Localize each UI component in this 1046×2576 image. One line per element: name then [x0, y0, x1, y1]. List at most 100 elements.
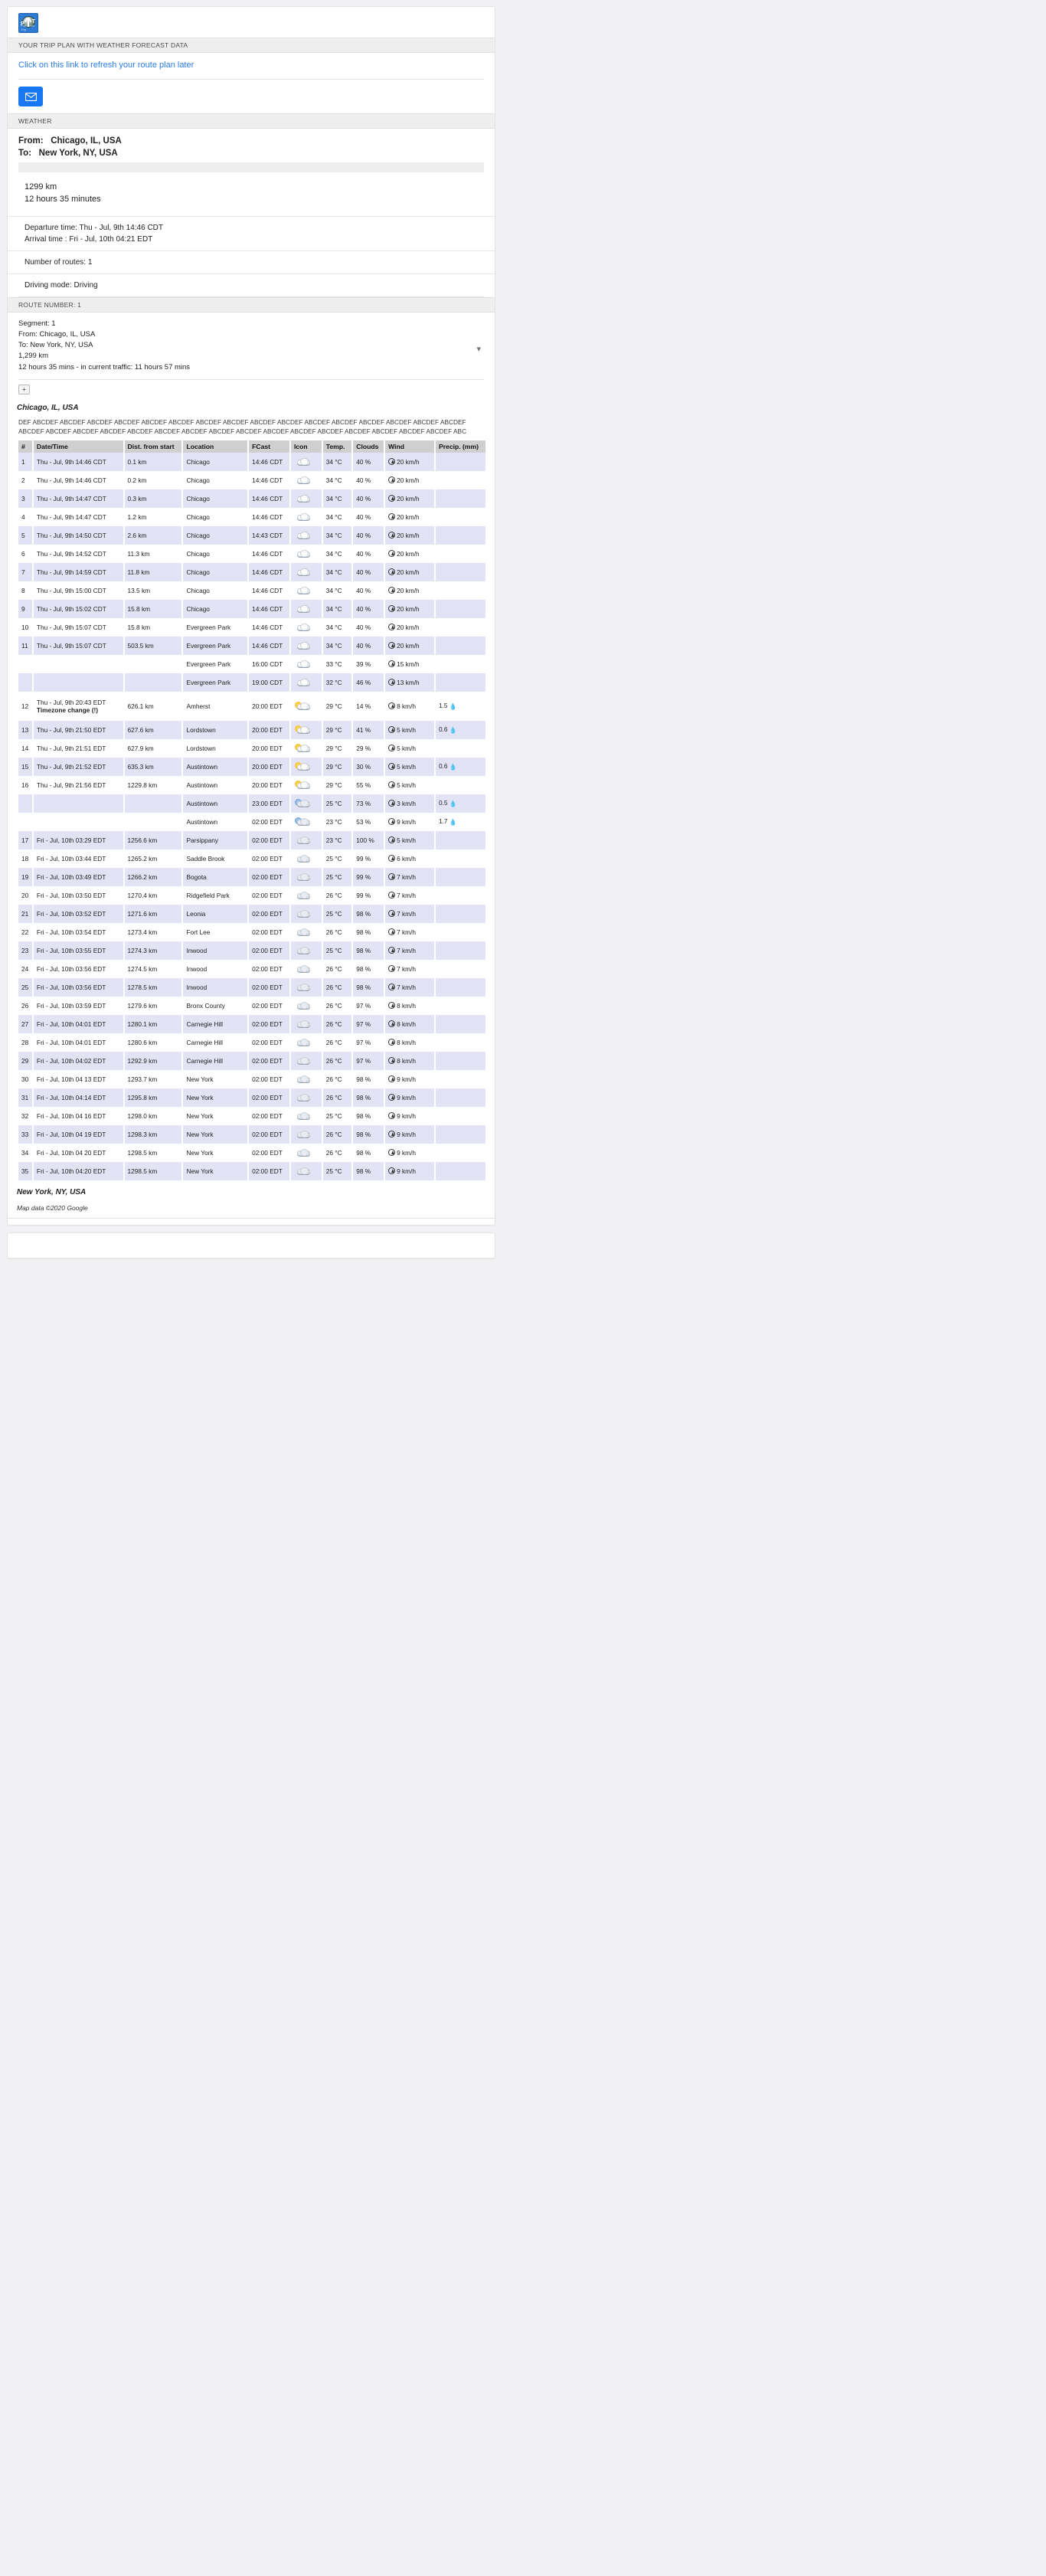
- cell-wind-wrap: 20 km/h: [384, 470, 436, 489]
- expand-button[interactable]: +: [18, 384, 30, 394]
- cell-distance: 13.5 km: [123, 581, 184, 600]
- cell-location: Chicago: [182, 489, 250, 508]
- cell-datetime: Thu - Jul, 9th 15:07 CDT: [36, 641, 106, 650]
- cell-datetime: Fri - Jul, 10th 03:49 EDT: [36, 872, 106, 881]
- cell-distance: 1280.6 km: [123, 1033, 184, 1052]
- cell-icon: [290, 599, 323, 618]
- cell-precip-wrap: [434, 830, 485, 849]
- cell-precip-wrap: [434, 849, 485, 868]
- cell-clouds: 46 %: [352, 673, 386, 692]
- cell-number: 15: [18, 757, 34, 776]
- column-header-number: #: [18, 440, 34, 453]
- logo-caption: Plan Your Trip: [21, 24, 35, 31]
- cell-clouds: 97 %: [352, 1014, 386, 1033]
- cell-datetime-wrap: Thu - Jul, 9th 14:47 CDT: [32, 507, 125, 526]
- cell-precip-wrap: [434, 959, 485, 978]
- cell-datetime: Fri - Jul, 10th 04:01 EDT: [36, 1038, 106, 1046]
- cell-precip-wrap: [434, 1124, 485, 1144]
- cell-precip-wrap: [434, 977, 485, 997]
- weather-section-label: WEATHER: [8, 113, 495, 129]
- cell-location: Carnegie Hill: [182, 1014, 250, 1033]
- table-row: 27 Fri - Jul, 10th 04:01 EDT 1280.1 km Carn…: [18, 1014, 485, 1033]
- refresh-route-plan-link[interactable]: Click on this link to refresh your route…: [18, 61, 194, 70]
- table-row: 1 Thu - Jul, 9th 14:46 CDT 0.1 km Chicago 14…: [18, 452, 485, 471]
- cell-number: [18, 654, 34, 673]
- cell-wind: 20 km/h: [397, 512, 420, 521]
- cell-datetime-wrap: Fri - Jul, 10th 04:14 EDT: [32, 1088, 125, 1107]
- cell-clouds: 98 %: [352, 1069, 386, 1088]
- wind-direction-icon: [388, 660, 396, 667]
- cell-datetime-wrap: Thu - Jul, 9th 14:50 CDT: [32, 525, 125, 545]
- overcast-cloud-icon: [294, 982, 314, 993]
- cell-temp: 25 °C: [322, 1106, 354, 1125]
- cell-precip-wrap: [434, 599, 485, 618]
- cell-datetime: Fri - Jul, 10th 04 19 EDT: [36, 1130, 106, 1138]
- email-button[interactable]: [18, 87, 43, 106]
- raindrop-icon: 💧: [449, 819, 457, 826]
- cell-precip-wrap: [434, 996, 485, 1015]
- cell-temp: 26 °C: [322, 1051, 354, 1070]
- cell-distance: 1270.4 km: [123, 885, 184, 905]
- cell-temp: 26 °C: [322, 1124, 354, 1144]
- cell-clouds: 40 %: [352, 452, 386, 471]
- cell-fcast: 20:00 EDT: [248, 757, 292, 776]
- cell-datetime-wrap: Fri - Jul, 10th 04:02 EDT: [32, 1051, 125, 1070]
- cell-distance: 0.1 km: [123, 452, 184, 471]
- cell-distance: 1256.6 km: [123, 830, 184, 849]
- spacer-bar: [18, 162, 484, 172]
- cell-wind: 7 km/h: [397, 928, 417, 936]
- wind-direction-icon: [388, 1111, 396, 1119]
- cell-fcast: 02:00 EDT: [248, 1124, 292, 1144]
- cell-wind: 3 km/h: [397, 799, 417, 807]
- cell-precip-wrap: [434, 1051, 485, 1070]
- cell-precip-wrap: [434, 1143, 485, 1162]
- cell-distance: 1292.9 km: [123, 1051, 184, 1070]
- chevron-down-icon[interactable]: ▾: [476, 343, 481, 356]
- cell-distance: 627.6 km: [123, 720, 184, 739]
- table-row: 12 Thu - Jul, 9th 20:43 EDT Timezone chang…: [18, 691, 485, 721]
- cell-wind: 20 km/h: [397, 641, 420, 650]
- table-row: 17 Fri - Jul, 10th 03:29 EDT 1256.6 km Pars…: [18, 830, 485, 849]
- wind-direction-icon: [388, 1020, 396, 1027]
- cloud-icon: [294, 640, 314, 651]
- cell-fcast: 02:00 EDT: [248, 959, 292, 978]
- cell-temp: 26 °C: [322, 885, 354, 905]
- cell-datetime-wrap: Thu - Jul, 9th 21:52 EDT: [32, 757, 125, 776]
- wind-direction-icon: [388, 1093, 396, 1101]
- sun-cloud-icon: [294, 743, 314, 754]
- cell-number: 2: [18, 470, 34, 489]
- sun-cloud-icon: [294, 780, 314, 790]
- wind-direction-icon: [388, 1075, 396, 1082]
- cell-distance: 1274.3 km: [123, 941, 184, 960]
- wind-direction-icon: [388, 854, 396, 862]
- cell-precip-wrap: [434, 775, 485, 794]
- cell-datetime-wrap: Fri - Jul, 10th 03:44 EDT: [32, 849, 125, 868]
- cell-number: 24: [18, 959, 34, 978]
- cell-datetime: Fri - Jul, 10th 03:56 EDT: [36, 964, 106, 973]
- cell-wind: 20 km/h: [397, 494, 420, 502]
- cell-number: 25: [18, 977, 34, 997]
- cell-datetime-wrap: Fri - Jul, 10th 03:54 EDT: [32, 922, 125, 941]
- cell-temp: 29 °C: [322, 720, 354, 739]
- table-row: 33 Fri - Jul, 10th 04 19 EDT 1298.3 km New …: [18, 1124, 485, 1144]
- cell-fcast: 14:46 CDT: [248, 489, 292, 508]
- cell-fcast: 02:00 EDT: [248, 977, 292, 997]
- cell-icon: [290, 1088, 323, 1107]
- wind-direction-icon: [388, 623, 396, 630]
- cell-fcast: 14:46 CDT: [248, 470, 292, 489]
- cell-icon: [290, 1124, 323, 1144]
- cell-clouds: 41 %: [352, 720, 386, 739]
- from-to-block: From: Chicago, IL, USA To: New York, NY,…: [8, 129, 495, 162]
- cell-temp: 26 °C: [322, 1143, 354, 1162]
- cell-distance: [123, 794, 184, 813]
- wind-direction-icon: [388, 891, 396, 898]
- cloud-icon: [294, 475, 314, 486]
- cloud-icon: [294, 457, 314, 467]
- table-row: Austintown 02:00 EDT 23 °C 53 % 9 km/h 1.7 💧: [18, 812, 485, 831]
- cell-clouds: 99 %: [352, 867, 386, 886]
- cell-icon: [290, 720, 323, 739]
- cloud-icon: [294, 548, 314, 559]
- cell-fcast: 02:00 EDT: [248, 922, 292, 941]
- table-row: 6 Thu - Jul, 9th 14:52 CDT 11.3 km Chicago 1…: [18, 544, 485, 563]
- cell-datetime: Fri - Jul, 10th 04:02 EDT: [36, 1056, 106, 1065]
